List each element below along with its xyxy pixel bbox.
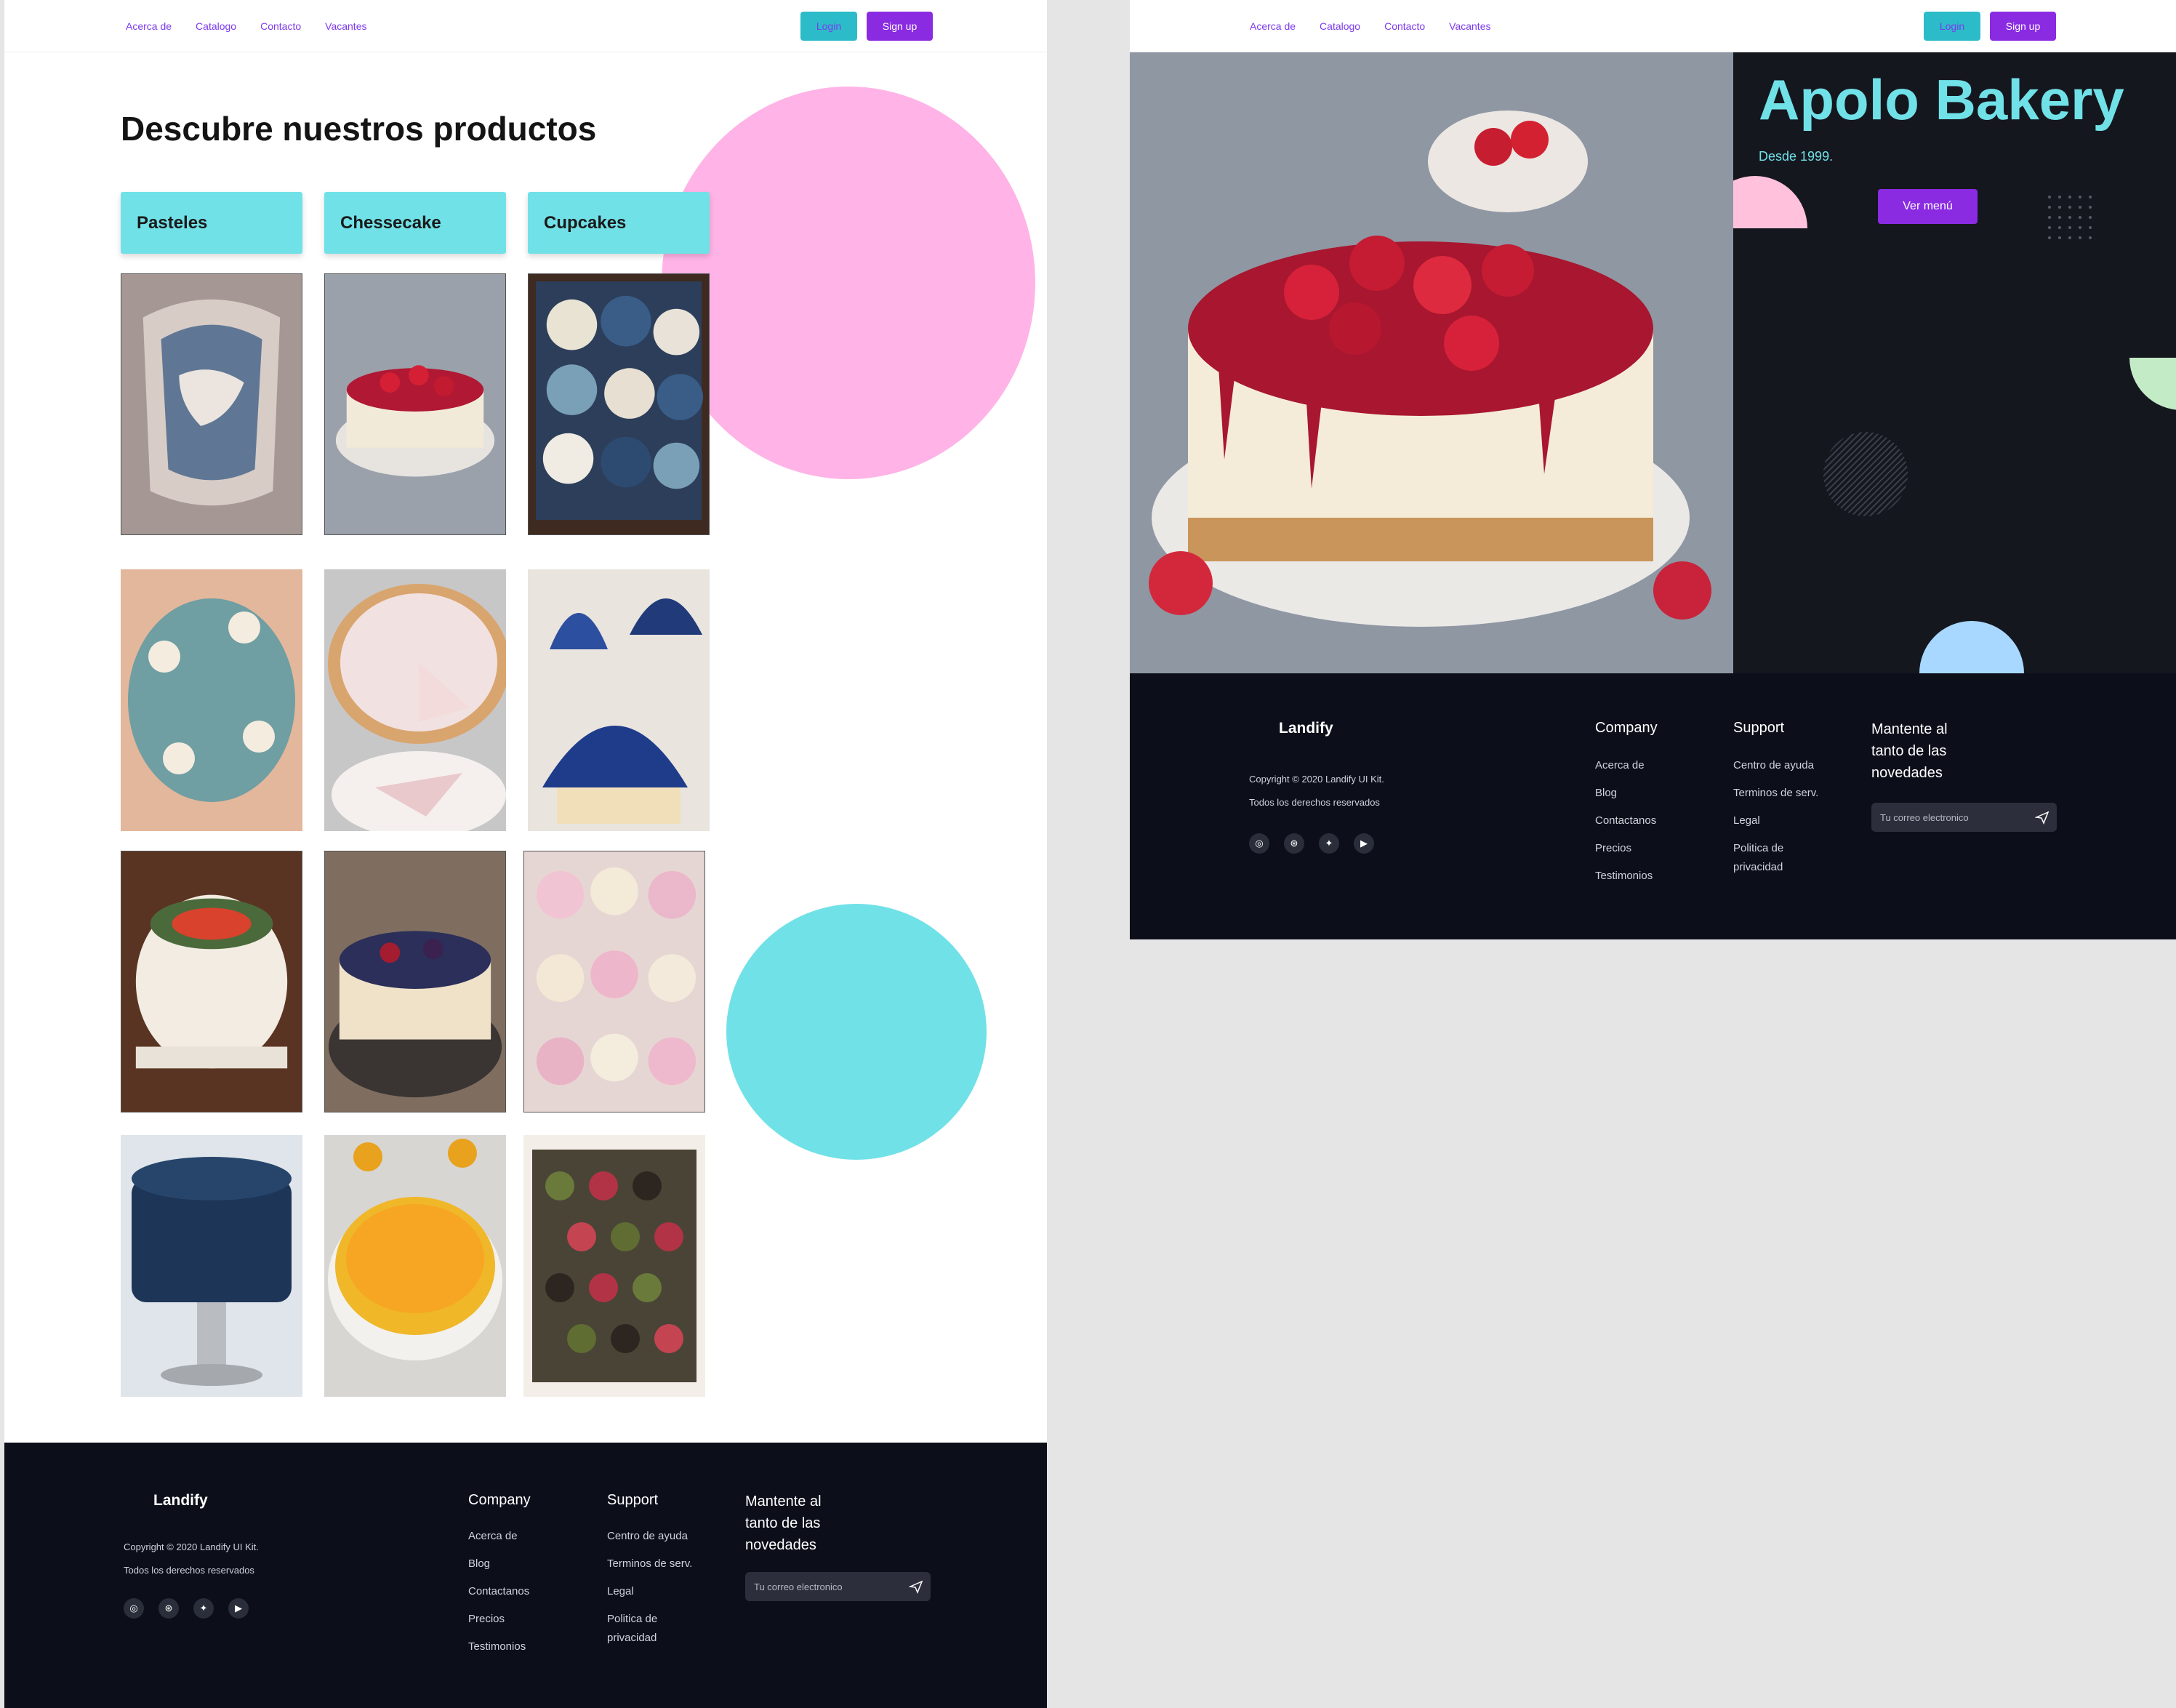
footer-logo[interactable]: Landify <box>1279 720 1333 737</box>
category-button-pasteles[interactable]: Pasteles <box>121 192 302 254</box>
footer-link[interactable]: Politica de privacidad <box>607 1610 709 1648</box>
footer-support-title: Support <box>1733 720 1785 736</box>
product-image-coconut-cake[interactable] <box>121 851 302 1112</box>
footer-link[interactable]: Acerca de <box>1595 756 1656 775</box>
instagram-icon[interactable]: ◎ <box>124 1598 144 1619</box>
signup-button[interactable]: Sign up <box>1990 12 2056 41</box>
product-image-flower-cake[interactable] <box>121 569 302 831</box>
nav-link-about[interactable]: Acerca de <box>1250 20 1296 32</box>
email-placeholder: Tu correo electronico <box>1880 811 1969 823</box>
footer-copyright: Copyright © 2020 Landify UI Kit. <box>1249 774 1384 785</box>
signup-button[interactable]: Sign up <box>867 12 933 41</box>
footer-support-links: Centro de ayuda Terminos de serv. Legal … <box>1733 756 1835 886</box>
footer-company-links: Acerca de Blog Contactanos Precios Testi… <box>1595 756 1656 894</box>
footer-social-icons: ◎ ⊛ ✦ ▶ <box>1249 833 1374 854</box>
pink-circle-decoration <box>662 87 1035 479</box>
footer-link[interactable]: Terminos de serv. <box>607 1555 709 1573</box>
footer-link[interactable]: Legal <box>1733 811 1835 830</box>
product-image-pie[interactable] <box>324 569 506 831</box>
product-image-birthday-cake[interactable] <box>121 273 302 535</box>
email-input[interactable]: Tu correo electronico <box>745 1572 931 1601</box>
page-title: Descubre nuestros productos <box>121 110 597 148</box>
footer-link[interactable]: Acerca de <box>468 1527 529 1546</box>
category-button-cheesecake[interactable]: Chessecake <box>324 192 506 254</box>
product-image-rose-cupcakes[interactable] <box>523 851 705 1112</box>
top-nav: Acerca de Catalogo Contacto Vacantes Log… <box>4 0 1047 52</box>
nav-link-jobs[interactable]: Vacantes <box>325 20 366 32</box>
dribbble-icon[interactable]: ⊛ <box>158 1598 179 1619</box>
footer-link[interactable]: Politica de privacidad <box>1733 839 1835 877</box>
footer-company-title: Company <box>468 1492 531 1508</box>
newsletter-title: Mantente al tanto de las novedades <box>1871 721 1948 781</box>
youtube-icon[interactable]: ▶ <box>228 1598 249 1619</box>
newsletter-title: Mantente al tanto de las novedades <box>745 1494 822 1553</box>
footer-company-title: Company <box>1595 720 1658 736</box>
nav-link-contact[interactable]: Contacto <box>260 20 301 32</box>
landing-page: Acerca de Catalogo Contacto Vacantes Log… <box>1130 0 2176 939</box>
nav-link-catalog[interactable]: Catalogo <box>196 20 236 32</box>
footer-logo[interactable]: Landify <box>153 1492 208 1509</box>
footer-link[interactable]: Contactanos <box>1595 811 1656 830</box>
footer-company-links: Acerca de Blog Contactanos Precios Testi… <box>468 1527 529 1665</box>
nav-link-jobs[interactable]: Vacantes <box>1449 20 1490 32</box>
footer-rights: Todos los derechos reservados <box>1249 797 1380 808</box>
login-button[interactable]: Login <box>800 12 857 41</box>
product-image-mango-tart[interactable] <box>324 1135 506 1397</box>
footer-link[interactable]: Terminos de serv. <box>1733 784 1835 803</box>
blue-half-circle-decoration <box>1919 621 2024 673</box>
nav-link-catalog[interactable]: Catalogo <box>1320 20 1360 32</box>
instagram-icon[interactable]: ◎ <box>1249 833 1269 854</box>
product-image-galaxy-cupcakes[interactable] <box>528 569 710 831</box>
send-icon[interactable] <box>909 1579 923 1594</box>
footer-link[interactable]: Testimonios <box>468 1637 529 1656</box>
footer: Landify Copyright © 2020 Landify UI Kit.… <box>1130 673 2176 939</box>
footer-link[interactable]: Centro de ayuda <box>607 1527 709 1546</box>
login-button[interactable]: Login <box>1924 12 1980 41</box>
hero-subtitle: Desde 1999. <box>1759 149 1834 164</box>
footer-link[interactable]: Centro de ayuda <box>1733 756 1835 775</box>
hero-title: Apolo Bakery <box>1759 68 2124 132</box>
footer-support-title: Support <box>607 1492 659 1508</box>
green-half-circle-decoration <box>2129 358 2176 410</box>
youtube-icon[interactable]: ▶ <box>1354 833 1374 854</box>
email-placeholder: Tu correo electronico <box>754 1581 843 1592</box>
striped-circle-decoration <box>1823 432 1908 516</box>
nav-links: Acerca de Catalogo Contacto Vacantes <box>126 0 390 52</box>
twitter-icon[interactable]: ✦ <box>1319 833 1339 854</box>
cyan-circle-decoration <box>726 904 987 1160</box>
catalog-page: Acerca de Catalogo Contacto Vacantes Log… <box>4 0 1047 1708</box>
product-image-cheesecake[interactable] <box>324 273 506 535</box>
nav-links: Acerca de Catalogo Contacto Vacantes <box>1250 0 1514 52</box>
dots-decoration <box>2048 196 2092 239</box>
product-image-cupcakes-box[interactable] <box>528 273 710 535</box>
footer-link[interactable]: Testimonios <box>1595 867 1656 886</box>
nav-link-contact[interactable]: Contacto <box>1384 20 1425 32</box>
footer-social-icons: ◎ ⊛ ✦ ▶ <box>124 1598 249 1619</box>
footer-link[interactable]: Legal <box>607 1582 709 1601</box>
hero-image-cheesecake <box>1130 52 1733 673</box>
footer-link[interactable]: Contactanos <box>468 1582 529 1601</box>
view-menu-button[interactable]: Ver menú <box>1878 189 1978 224</box>
pink-half-circle-decoration <box>1733 176 1807 228</box>
footer-link[interactable]: Blog <box>468 1555 529 1573</box>
email-input[interactable]: Tu correo electronico <box>1871 803 2057 832</box>
footer: Landify Copyright © 2020 Landify UI Kit.… <box>4 1443 1047 1708</box>
send-icon[interactable] <box>2035 810 2049 825</box>
hero-panel: Apolo Bakery Desde 1999. Ver menú <box>1733 52 2176 673</box>
footer-link[interactable]: Precios <box>1595 839 1656 858</box>
dribbble-icon[interactable]: ⊛ <box>1284 833 1304 854</box>
top-nav: Acerca de Catalogo Contacto Vacantes Log… <box>1130 0 2176 52</box>
footer-copyright: Copyright © 2020 Landify UI Kit. <box>124 1541 259 1552</box>
product-image-berry-cheesecake[interactable] <box>324 851 506 1112</box>
product-image-starry-cake[interactable] <box>121 1135 302 1397</box>
footer-link[interactable]: Blog <box>1595 784 1656 803</box>
twitter-icon[interactable]: ✦ <box>193 1598 214 1619</box>
product-image-mini-tarts[interactable] <box>523 1135 705 1397</box>
footer-link[interactable]: Precios <box>468 1610 529 1629</box>
footer-support-links: Centro de ayuda Terminos de serv. Legal … <box>607 1527 709 1656</box>
footer-rights: Todos los derechos reservados <box>124 1565 254 1576</box>
nav-link-about[interactable]: Acerca de <box>126 20 172 32</box>
category-button-cupcakes[interactable]: Cupcakes <box>528 192 710 254</box>
